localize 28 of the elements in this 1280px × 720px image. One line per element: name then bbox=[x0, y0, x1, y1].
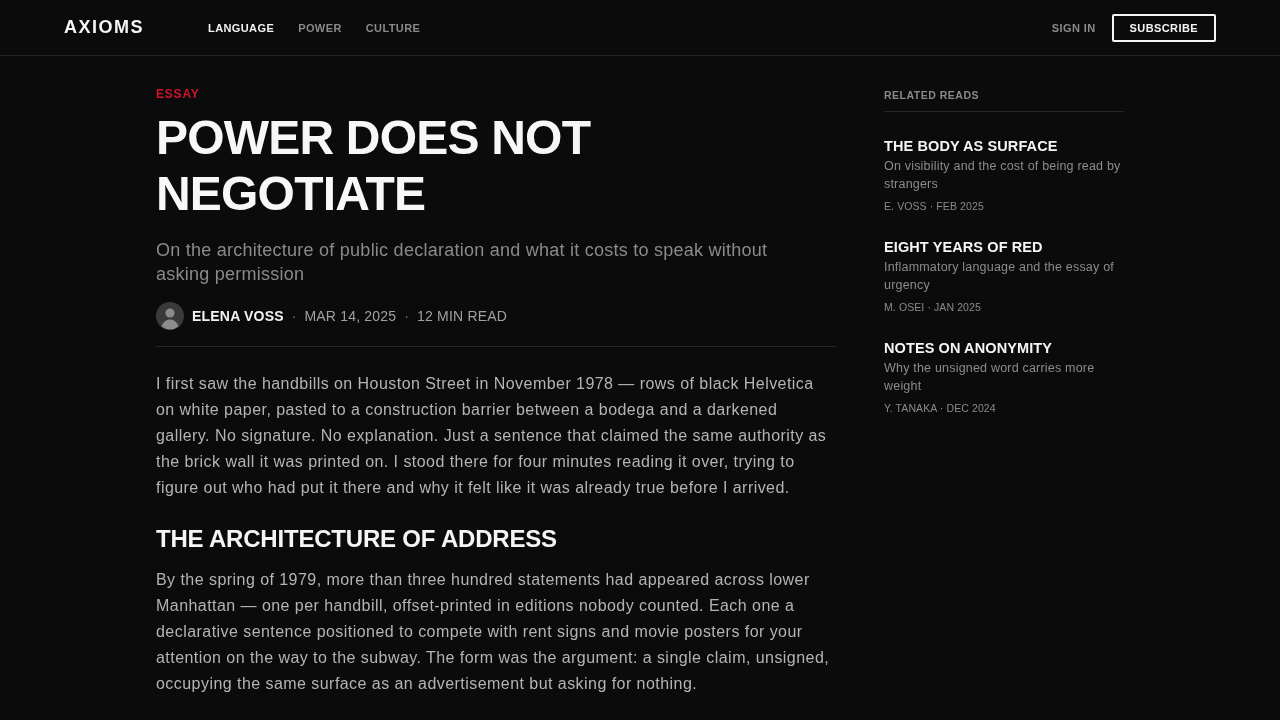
nav-link[interactable]: POWER bbox=[298, 21, 342, 34]
site-logo[interactable]: AXIOMS bbox=[64, 17, 144, 38]
body-paragraph: I first saw the handbills on Houston Street in November 1978 — rows of black Helvetica on white paper, pasted to a construction barrier between a bodega and a darkened gallery. No signature. No explanation. Just a sentence that claimed the same authority as the brick wall it was printed on. I stood there for four minutes reading it over, trying to figure out who had put it there and why it felt like it was already true before I arrived. bbox=[156, 374, 828, 498]
sign-in-link[interactable]: SIGN IN bbox=[1051, 21, 1096, 34]
author-name[interactable]: ELENA VOSS bbox=[192, 308, 284, 324]
subscribe-button[interactable]: SUBSCRIBE bbox=[1111, 13, 1216, 42]
related-summary: Inflammatory language and the essay of urgency bbox=[884, 259, 1115, 294]
avatar-icon bbox=[156, 302, 184, 330]
category-label: ESSAY bbox=[156, 86, 200, 102]
separator-dot: · bbox=[404, 308, 409, 324]
related-meta: Y. TANAKA · DEC 2024 bbox=[884, 401, 997, 415]
related-summary: On visibility and the cost of being read by strangers bbox=[884, 158, 1122, 193]
article-subtitle: On the architecture of public declaration and what it costs to speak without asking permission bbox=[156, 239, 769, 286]
byline-meta: MAR 14, 2025 bbox=[304, 308, 397, 324]
article-title: POWER DOES NOT NEGOTIATE bbox=[156, 110, 592, 222]
related-title[interactable]: NOTES ON ANONYMITY bbox=[884, 338, 1124, 358]
nav-link[interactable]: CULTURE bbox=[365, 21, 421, 34]
related-meta: E. VOSS · FEB 2025 bbox=[884, 199, 985, 213]
related-meta: M. OSEI · JAN 2025 bbox=[884, 300, 982, 314]
related-title[interactable]: THE BODY AS SURFACE bbox=[884, 136, 1124, 156]
byline-meta: 12 MIN READ bbox=[417, 308, 508, 324]
section-heading: THE ARCHITECTURE OF ADDRESS bbox=[156, 524, 558, 554]
body-paragraph: By the spring of 1979, more than three hundred statements had appeared across lower Manhattan — one per handbill, offset-printed in editions nobody counted. Each one a declarative sentence positioned to compete with rent signs and movie posters for your attention on the way to the subway. The form was the argument: a single claim, unsigned, occupying the same surface as an advertisement but asking for nothing. bbox=[156, 570, 831, 694]
related-title[interactable]: EIGHT YEARS OF RED bbox=[884, 237, 1124, 257]
separator-dot: · bbox=[291, 308, 297, 324]
nav-link[interactable]: LANGUAGE bbox=[208, 21, 275, 34]
sidebar-heading: RELATED READS bbox=[884, 89, 979, 101]
related-summary: Why the unsigned word carries more weight bbox=[884, 360, 1096, 395]
